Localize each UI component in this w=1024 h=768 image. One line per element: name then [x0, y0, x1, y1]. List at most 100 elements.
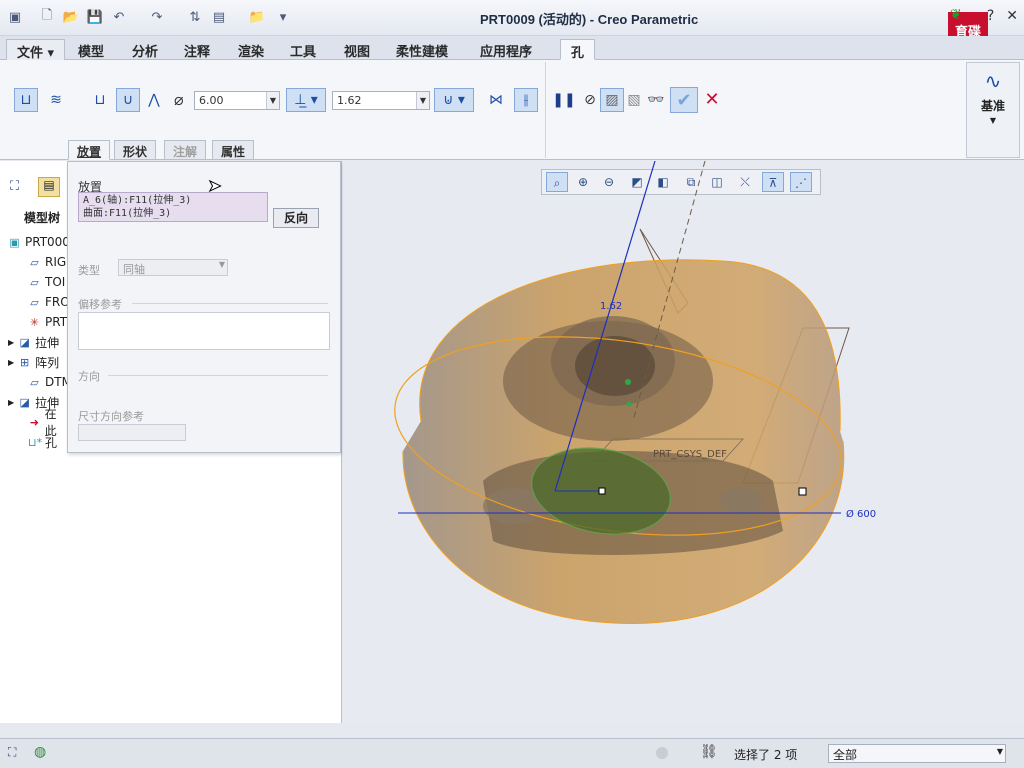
sketch-profile-icon[interactable]: ⋀ — [142, 88, 166, 112]
drill-point-icon[interactable]: ∪ — [116, 88, 140, 112]
datum-plane-icon: ▱ — [30, 375, 39, 389]
pattern-icon: ⊞ — [20, 355, 30, 369]
tree-item-insert-here[interactable]: ➜ 在此 — [28, 407, 68, 438]
tree-item-pattern[interactable]: ▶ ⊞ 阵列 — [8, 353, 59, 371]
placement-refs-collector[interactable]: A_6(轴):F11(拉伸_3) 曲面:F11(拉伸_3) — [78, 192, 268, 222]
depth-input[interactable]: 1.62 ▼ — [332, 91, 430, 110]
tree-item-right[interactable]: ▱ RIG — [28, 253, 66, 271]
diameter-dimension[interactable]: Ø 600 — [846, 508, 876, 520]
verify-icon[interactable]: ▧ — [622, 88, 646, 112]
depth-dimension[interactable]: 1.62 — [600, 301, 622, 312]
dim-direction-collector[interactable] — [78, 424, 186, 441]
new-file-icon[interactable]: 🗋 — [38, 8, 56, 26]
flip-button[interactable]: 反向 — [273, 208, 319, 228]
glasses-icon[interactable]: 👓 — [644, 88, 668, 112]
tab-applications[interactable]: 应用程序 — [470, 39, 542, 60]
tree-item-label: PRT — [45, 315, 68, 329]
tree-item-hole[interactable]: ⊔* 孔 — [28, 433, 57, 451]
model-viewport[interactable]: PRT_CSYS_DEF 1.62 Ø 600 — [343, 161, 1024, 723]
undo-icon[interactable]: ↶ — [110, 8, 128, 26]
windows-icon[interactable]: ▤ — [210, 8, 228, 26]
status-bar: ⛶ ◍ ⛓ 选择了 2 项 全部 ▼ — [0, 738, 1024, 768]
customize-toolbar-icon[interactable]: ▾ — [274, 8, 292, 26]
csys-label: PRT_CSYS_DEF — [653, 449, 727, 460]
title-bar: ▣ 🗋 📂 💾 ↶ ↷ ⇅ ▤ 📁 ▾ PRT0009 (活动的) - Creo… — [0, 0, 1024, 36]
tab-placement[interactable]: 放置 — [68, 140, 111, 160]
datum-label: 基准 — [980, 99, 1005, 113]
tree-item-top[interactable]: ▱ TOI — [28, 273, 65, 291]
remove-material-icon[interactable]: ⫲ — [514, 88, 538, 112]
drag-handle[interactable] — [798, 487, 807, 496]
hole-icon: ⊔* — [28, 435, 43, 449]
tab-flexible-modeling[interactable]: 柔性建模 — [386, 39, 458, 60]
tree-item-csys[interactable]: ✳ PRT — [28, 313, 67, 331]
placement-ref-surface[interactable]: 曲面:F11(拉伸_3) — [83, 207, 263, 220]
tab-shape[interactable]: 形状 — [114, 140, 157, 160]
tab-analysis[interactable]: 分析 — [122, 39, 168, 60]
placement-ref-axis[interactable]: A_6(轴):F11(拉伸_3) — [83, 194, 263, 207]
model-tree-column: ⛶ ▤ 模型树 ▣ PRT0009 ▱ RIG ▱ TOI ▱ FRO ✳ PRT ▶ ◪ 拉… — [0, 161, 78, 723]
tab-note[interactable]: 注解 — [164, 140, 207, 160]
tab-properties[interactable]: 属性 — [212, 140, 255, 160]
apply-icon[interactable]: ✔ — [670, 87, 698, 113]
tab-tools[interactable]: 工具 — [280, 39, 326, 60]
model-tree-tab-icon[interactable]: ⛶ — [10, 179, 19, 194]
drag-handle[interactable] — [598, 487, 606, 495]
datum-group[interactable]: ∿ 基准 ▼ — [966, 62, 1020, 158]
offset-refs-collector[interactable] — [78, 312, 330, 350]
tab-view[interactable]: 视图 — [334, 39, 380, 60]
browser-icon[interactable]: ◍ — [34, 744, 46, 760]
graphics-window[interactable]: ⌕ ⊕ ⊖ ◩ ◧ ⧉ ◫ ⤬ ⊼ ⋰ PRT_CSYS_DEF 1.62 Ø … — [343, 161, 1024, 723]
datum-icon: ∿ — [984, 69, 1002, 93]
direction-label: 方向 — [78, 370, 100, 383]
placement-panel: 放置 A_6(轴):F11(拉伸_3) 曲面:F11(拉伸_3) 反向 类型 同… — [67, 161, 341, 453]
depth-option-2-dropdown[interactable]: ⊍ ▾ — [434, 88, 474, 112]
diameter-input[interactable]: 6.00 ▼ — [194, 91, 280, 110]
tab-model[interactable]: 模型 — [68, 39, 114, 60]
drag-handle[interactable] — [626, 401, 632, 407]
type-select[interactable]: 同轴 ▼ — [118, 259, 228, 276]
tab-render[interactable]: 渲染 — [228, 39, 274, 60]
simple-hole-icon[interactable]: ⊔ — [14, 88, 38, 112]
tree-item-dtm[interactable]: ▱ DTM — [28, 373, 72, 391]
datum-plane-icon: ▱ — [30, 295, 39, 309]
open-icon[interactable]: 📂 — [62, 8, 80, 26]
drag-handle[interactable] — [625, 379, 631, 385]
flip-depth-icon[interactable]: ⋈ — [484, 88, 508, 112]
expand-icon[interactable]: ▶ — [8, 398, 14, 407]
no-preview-icon[interactable]: ⊘ — [578, 88, 602, 112]
flat-bottom-icon[interactable]: ⊔ — [88, 88, 112, 112]
find-icon[interactable]: ⛓ — [700, 744, 718, 760]
tab-annotate[interactable]: 注释 — [174, 39, 220, 60]
expand-icon[interactable]: ▶ — [8, 358, 14, 367]
pause-icon[interactable]: ❚❚ — [552, 88, 576, 112]
cancel-icon[interactable]: ✕ — [700, 87, 724, 111]
tree-item-extrude-1[interactable]: ▶ ◪ 拉伸 — [8, 333, 59, 351]
layer-tree-tab-icon[interactable]: ▤ — [38, 177, 60, 197]
dim-direction-label: 尺寸方向参考 — [78, 410, 144, 423]
datum-plane-icon: ▱ — [30, 255, 39, 269]
standard-hole-icon[interactable]: ≋ — [44, 88, 68, 112]
part-icon: ▣ — [9, 235, 20, 249]
expand-icon[interactable]: ▶ — [8, 338, 14, 347]
flange-hole[interactable] — [719, 487, 763, 515]
csys-icon: ✳ — [29, 315, 40, 329]
tree-item-front[interactable]: ▱ FRO — [28, 293, 70, 311]
redo-icon[interactable]: ↷ — [148, 8, 166, 26]
preview-icon[interactable]: ▨ — [600, 88, 624, 112]
tab-hole[interactable]: 孔 — [560, 39, 596, 61]
close-icon[interactable]: ✕ — [1006, 8, 1018, 24]
tree-item-label: 阵列 — [35, 355, 60, 370]
file-menu-button[interactable]: 文件 ▾ — [6, 39, 66, 61]
insert-arrow-icon: ➜ — [29, 415, 39, 429]
save-icon[interactable]: 💾 — [86, 8, 104, 26]
ribbon-divider — [545, 62, 546, 158]
show-navigator-icon[interactable]: ⛶ — [8, 745, 16, 760]
close-window-icon[interactable]: 📁 — [248, 8, 266, 26]
depth-option-dropdown[interactable]: ⊥̲ ▾ — [286, 88, 326, 112]
tree-item-label: FRO — [45, 295, 70, 309]
regenerate-icon[interactable]: ⇅ — [186, 8, 204, 26]
selection-filter-select[interactable]: 全部 ▼ — [828, 744, 1006, 763]
cylinder-body[interactable] — [402, 259, 844, 624]
ribbon-tabs: 文件 ▾ 模型 分析 注释 渲染 工具 视图 柔性建模 应用程序 孔 — [0, 36, 1024, 61]
